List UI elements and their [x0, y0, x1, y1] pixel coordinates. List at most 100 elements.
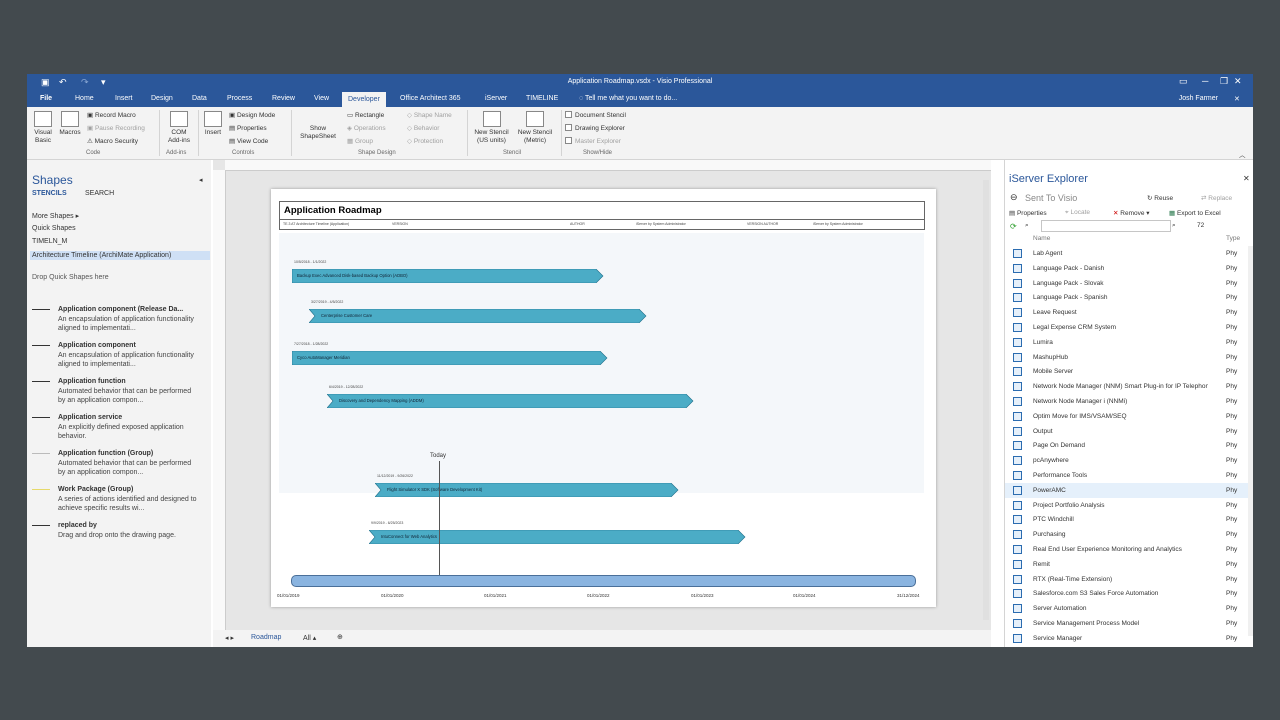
vertical-scrollbar[interactable]: [983, 180, 989, 620]
view-code-button[interactable]: ▤ View Code: [229, 137, 268, 145]
master-explorer-checkbox[interactable]: Master Explorer: [565, 137, 621, 145]
quick-shapes-item[interactable]: Quick Shapes: [32, 225, 76, 232]
today-marker[interactable]: [439, 461, 440, 585]
list-item[interactable]: Mobile Server Phy: [1005, 364, 1248, 379]
drawing-explorer-checkbox[interactable]: Drawing Explorer: [565, 124, 625, 132]
protection-button[interactable]: ◇ Protection: [407, 137, 443, 145]
macro-security-button[interactable]: ⚠ Macro Security: [87, 137, 138, 145]
refresh-icon[interactable]: ⟳: [1010, 222, 1017, 231]
rectangle-button[interactable]: ▭ Rectangle: [347, 111, 384, 119]
roadmap-bar[interactable]: 7/27/2018 - 1/28/2022 Cyco AutoManager M…: [292, 342, 608, 365]
tab-search[interactable]: SEARCH: [85, 190, 114, 197]
nav-arrows-icon[interactable]: ◂ ▸: [225, 634, 234, 642]
filter-icon[interactable]: ⌕: [1025, 222, 1029, 230]
tab-iserver[interactable]: iServer: [485, 95, 507, 102]
column-header-name[interactable]: Name: [1033, 235, 1050, 242]
list-item[interactable]: Language Pack - Slovak Phy: [1005, 276, 1248, 291]
new-stencil-us-button[interactable]: New Stencil (US units): [470, 111, 513, 145]
tab-review[interactable]: Review: [272, 95, 295, 102]
list-item[interactable]: Purchasing Phy: [1005, 527, 1248, 542]
locate-button[interactable]: ⌖ Locate: [1065, 209, 1090, 217]
tell-me-box[interactable]: ◌ Tell me what you want to do...: [579, 95, 677, 102]
back-arrow-icon[interactable]: ⊖: [1010, 192, 1018, 203]
record-macro-button[interactable]: ▣ Record Macro: [87, 111, 136, 119]
stencil-item-timeln[interactable]: TIMELN_M: [32, 238, 67, 245]
behavior-button[interactable]: ◇ Behavior: [407, 124, 439, 132]
stencil-item-architecture-timeline[interactable]: Architecture Timeline (ArchiMate Applica…: [30, 251, 210, 260]
com-addins-button[interactable]: COM Add-ins: [165, 111, 193, 145]
list-item[interactable]: Real End User Experience Monitoring and …: [1005, 542, 1248, 557]
tab-office-architect[interactable]: Office Architect 365: [400, 95, 461, 102]
list-item[interactable]: Language Pack - Spanish Phy: [1005, 290, 1248, 305]
tab-process[interactable]: Process: [227, 95, 252, 102]
minimize-button[interactable]: ─: [1202, 76, 1208, 86]
tab-file[interactable]: File: [40, 95, 52, 102]
remove-button[interactable]: ✕ Remove ▾: [1113, 209, 1150, 217]
close-button[interactable]: ✕: [1234, 76, 1242, 87]
list-item[interactable]: Project Portfolio Analysis Phy: [1005, 498, 1248, 513]
user-name[interactable]: Josh Farmer: [1179, 95, 1218, 102]
list-item[interactable]: Server Automation Phy: [1005, 601, 1248, 616]
show-shapesheet-button[interactable]: Show ShapeSheet: [295, 125, 341, 141]
list-item[interactable]: RTX (Real-Time Extension) Phy: [1005, 572, 1248, 587]
group-button[interactable]: ▦ Group: [347, 137, 373, 145]
list-scrollbar[interactable]: [1248, 246, 1253, 636]
reuse-button[interactable]: ↻ Reuse: [1147, 194, 1173, 202]
collapse-ribbon-icon[interactable]: ︿: [1239, 149, 1246, 159]
column-header-type[interactable]: Type: [1226, 235, 1240, 242]
properties-button[interactable]: ▤ Properties: [229, 124, 267, 132]
tab-view[interactable]: View: [314, 95, 329, 102]
ribbon-display-icon[interactable]: ▭: [1179, 76, 1188, 87]
list-item[interactable]: pcAnywhere Phy: [1005, 453, 1248, 468]
list-item[interactable]: MashupHub Phy: [1005, 350, 1248, 365]
timeline-axis[interactable]: [291, 575, 916, 587]
list-item[interactable]: Lumira Phy: [1005, 335, 1248, 350]
tab-developer[interactable]: Developer: [342, 92, 386, 107]
list-item[interactable]: Network Node Manager i (NNMi) Phy: [1005, 394, 1248, 409]
diagram-title[interactable]: Application Roadmap: [279, 201, 925, 220]
list-item[interactable]: Page On Demand Phy: [1005, 438, 1248, 453]
restore-button[interactable]: ❐: [1220, 76, 1228, 87]
roadmap-bar[interactable]: 9/9/2019 - 6/25/2023 IntuConnect for Web…: [369, 521, 746, 544]
roadmap-bar[interactable]: 3/27/2019 - 4/5/2022 Centerprise Custome…: [309, 300, 647, 323]
document-stencil-checkbox[interactable]: Document Stencil: [565, 111, 626, 119]
tab-insert[interactable]: Insert: [115, 95, 133, 102]
pause-recording-button[interactable]: ▣ Pause Recording: [87, 124, 145, 132]
page-tab-roadmap[interactable]: Roadmap: [251, 634, 281, 641]
roadmap-bar[interactable]: 11/12/2019 - 9/26/2022 Flight Simulator …: [375, 474, 679, 497]
add-page-icon[interactable]: ⊕: [337, 633, 343, 641]
list-item[interactable]: PTC Windchill Phy: [1005, 512, 1248, 527]
list-item[interactable]: Remit Phy: [1005, 557, 1248, 572]
search-input[interactable]: [1041, 220, 1171, 232]
macros-button[interactable]: Macros: [57, 111, 83, 137]
list-item[interactable]: Output Phy: [1005, 424, 1248, 439]
list-item[interactable]: Optim Move for IMS/VSAM/SEQ Phy: [1005, 409, 1248, 424]
tab-stencils[interactable]: STENCILS: [32, 190, 67, 197]
list-item[interactable]: Language Pack - Danish Phy: [1005, 261, 1248, 276]
list-item[interactable]: Network Node Manager (NNM) Smart Plug-in…: [1005, 379, 1248, 394]
drawing-page[interactable]: Application Roadmap TE.3 AT Architecture…: [271, 189, 936, 607]
close-document-icon[interactable]: ✕: [1234, 95, 1240, 103]
export-to-excel-button[interactable]: ▦ Export to Excel: [1169, 209, 1221, 217]
list-item[interactable]: Performance Tools Phy: [1005, 468, 1248, 483]
list-item[interactable]: Salesforce.com S3 Sales Force Automation…: [1005, 586, 1248, 601]
visual-basic-button[interactable]: Visual Basic: [31, 111, 55, 145]
collapse-pane-icon[interactable]: ◂: [199, 176, 203, 184]
roadmap-bar[interactable]: 6/4/2019 - 12/28/2022 Discovery and Depe…: [327, 385, 694, 408]
list-item[interactable]: PowerAMC Phy: [1005, 482, 1248, 498]
list-item[interactable]: Lab Agent Phy: [1005, 246, 1248, 261]
operations-button[interactable]: ◈ Operations: [347, 124, 386, 132]
page-tab-all[interactable]: All ▴: [303, 634, 316, 642]
roadmap-bar[interactable]: 10/5/2018 - 1/1/2022 Backup Exec Advance…: [292, 260, 604, 283]
design-mode-button[interactable]: ▣ Design Mode: [229, 111, 275, 119]
drawing-canvas[interactable]: Application Roadmap TE.3 AT Architecture…: [213, 160, 991, 630]
close-pane-icon[interactable]: ✕: [1243, 174, 1250, 183]
new-stencil-metric-button[interactable]: New Stencil (Metric): [514, 111, 556, 145]
shape-name-button[interactable]: ◇ Shape Name: [407, 111, 452, 119]
more-shapes-item[interactable]: More Shapes ▸: [32, 212, 79, 220]
list-item[interactable]: Service Manager Phy: [1005, 631, 1248, 646]
tab-data[interactable]: Data: [192, 95, 207, 102]
tab-timeline[interactable]: TIMELINE: [526, 95, 558, 102]
list-item[interactable]: Legal Expense CRM System Phy: [1005, 320, 1248, 335]
tab-design[interactable]: Design: [151, 95, 173, 102]
